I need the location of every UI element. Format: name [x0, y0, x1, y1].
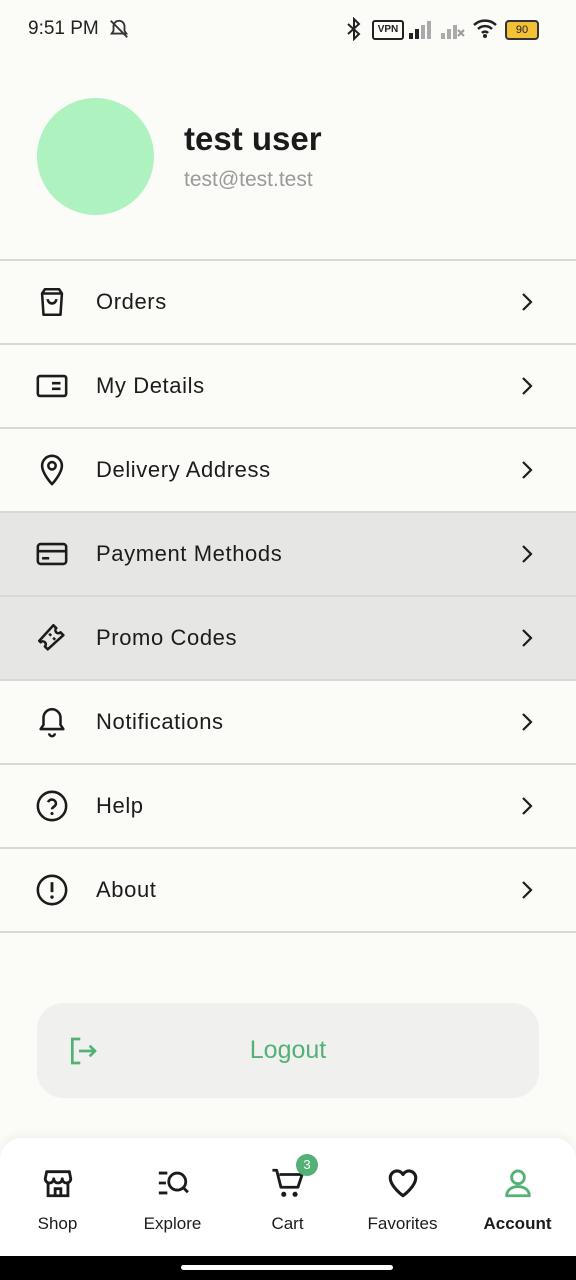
account-menu: Orders My Details Delivery Address Payme…	[0, 259, 576, 933]
nav-label-cart: Cart	[271, 1214, 304, 1233]
heart-icon	[388, 1169, 417, 1198]
wifi-icon	[473, 19, 497, 38]
nav-label-shop: Shop	[37, 1214, 78, 1233]
avatar	[37, 98, 154, 215]
chevron-right-icon	[522, 797, 533, 815]
location-pin-icon	[40, 454, 64, 486]
ticket-icon	[37, 623, 65, 651]
status-bar: 9:51 PM VPN 90	[0, 0, 576, 60]
menu-item-label: Orders	[96, 289, 167, 314]
vpn-icon: VPN	[372, 20, 404, 40]
nav-item-cart[interactable]: 3 Cart	[230, 1138, 345, 1256]
gesture-area	[0, 1256, 576, 1280]
nav-label-explore: Explore	[143, 1214, 202, 1233]
status-time: 9:51 PM	[28, 18, 99, 39]
nav-item-favorites[interactable]: Favorites	[345, 1138, 460, 1256]
battery-icon: 90	[505, 20, 539, 40]
chevron-right-icon	[522, 461, 533, 479]
signal-no-service-icon	[441, 25, 465, 39]
menu-item-delivery-address[interactable]: Delivery Address	[0, 429, 576, 513]
nav-label-favorites: Favorites	[367, 1214, 438, 1233]
home-gesture-bar[interactable]	[181, 1265, 393, 1270]
help-circle-icon	[36, 790, 68, 822]
menu-item-about[interactable]: About	[0, 849, 576, 933]
menu-item-label: Promo Codes	[96, 625, 238, 650]
menu-item-label: About	[96, 877, 157, 902]
nav-item-shop[interactable]: Shop	[0, 1138, 115, 1256]
chevron-right-icon	[522, 545, 533, 563]
signal-icon	[409, 21, 431, 39]
chevron-right-icon	[522, 293, 533, 311]
menu-item-notifications[interactable]: Notifications	[0, 681, 576, 765]
chevron-right-icon	[522, 629, 533, 647]
menu-item-label: Payment Methods	[96, 541, 283, 566]
menu-item-my-details[interactable]: My Details	[0, 345, 576, 429]
menu-item-orders[interactable]: Orders	[0, 261, 576, 345]
user-email: test@test.test	[184, 168, 313, 191]
menu-item-promo-codes[interactable]: Promo Codes	[0, 597, 576, 681]
explore-search-icon	[158, 1171, 189, 1195]
bell-icon	[39, 707, 65, 738]
nav-item-explore[interactable]: Explore	[115, 1138, 230, 1256]
nav-label-account: Account	[483, 1214, 552, 1233]
bluetooth-icon	[347, 17, 361, 41]
menu-item-label: Notifications	[96, 709, 224, 734]
nav-item-account[interactable]: Account	[460, 1138, 575, 1256]
store-icon	[43, 1170, 72, 1198]
menu-item-payment-methods[interactable]: Payment Methods	[0, 513, 576, 597]
shopping-bag-icon	[40, 287, 64, 317]
menu-item-label: Help	[96, 793, 144, 818]
user-name: test user	[184, 120, 322, 157]
id-card-icon	[36, 374, 68, 398]
logout-button[interactable]: Logout	[37, 1003, 539, 1098]
cart-badge: 3	[296, 1154, 318, 1176]
user-icon	[504, 1169, 531, 1198]
info-circle-icon	[36, 874, 68, 906]
menu-item-label: Delivery Address	[96, 457, 271, 482]
chevron-right-icon	[522, 881, 533, 899]
chevron-right-icon	[522, 377, 533, 395]
logout-label: Logout	[249, 1036, 327, 1064]
bottom-nav: Shop Explore 3 Cart Favorites Account	[0, 1138, 576, 1256]
chevron-right-icon	[522, 713, 533, 731]
menu-item-help[interactable]: Help	[0, 765, 576, 849]
menu-item-label: My Details	[96, 373, 205, 398]
mute-icon	[109, 19, 129, 38]
credit-card-icon	[36, 542, 68, 566]
